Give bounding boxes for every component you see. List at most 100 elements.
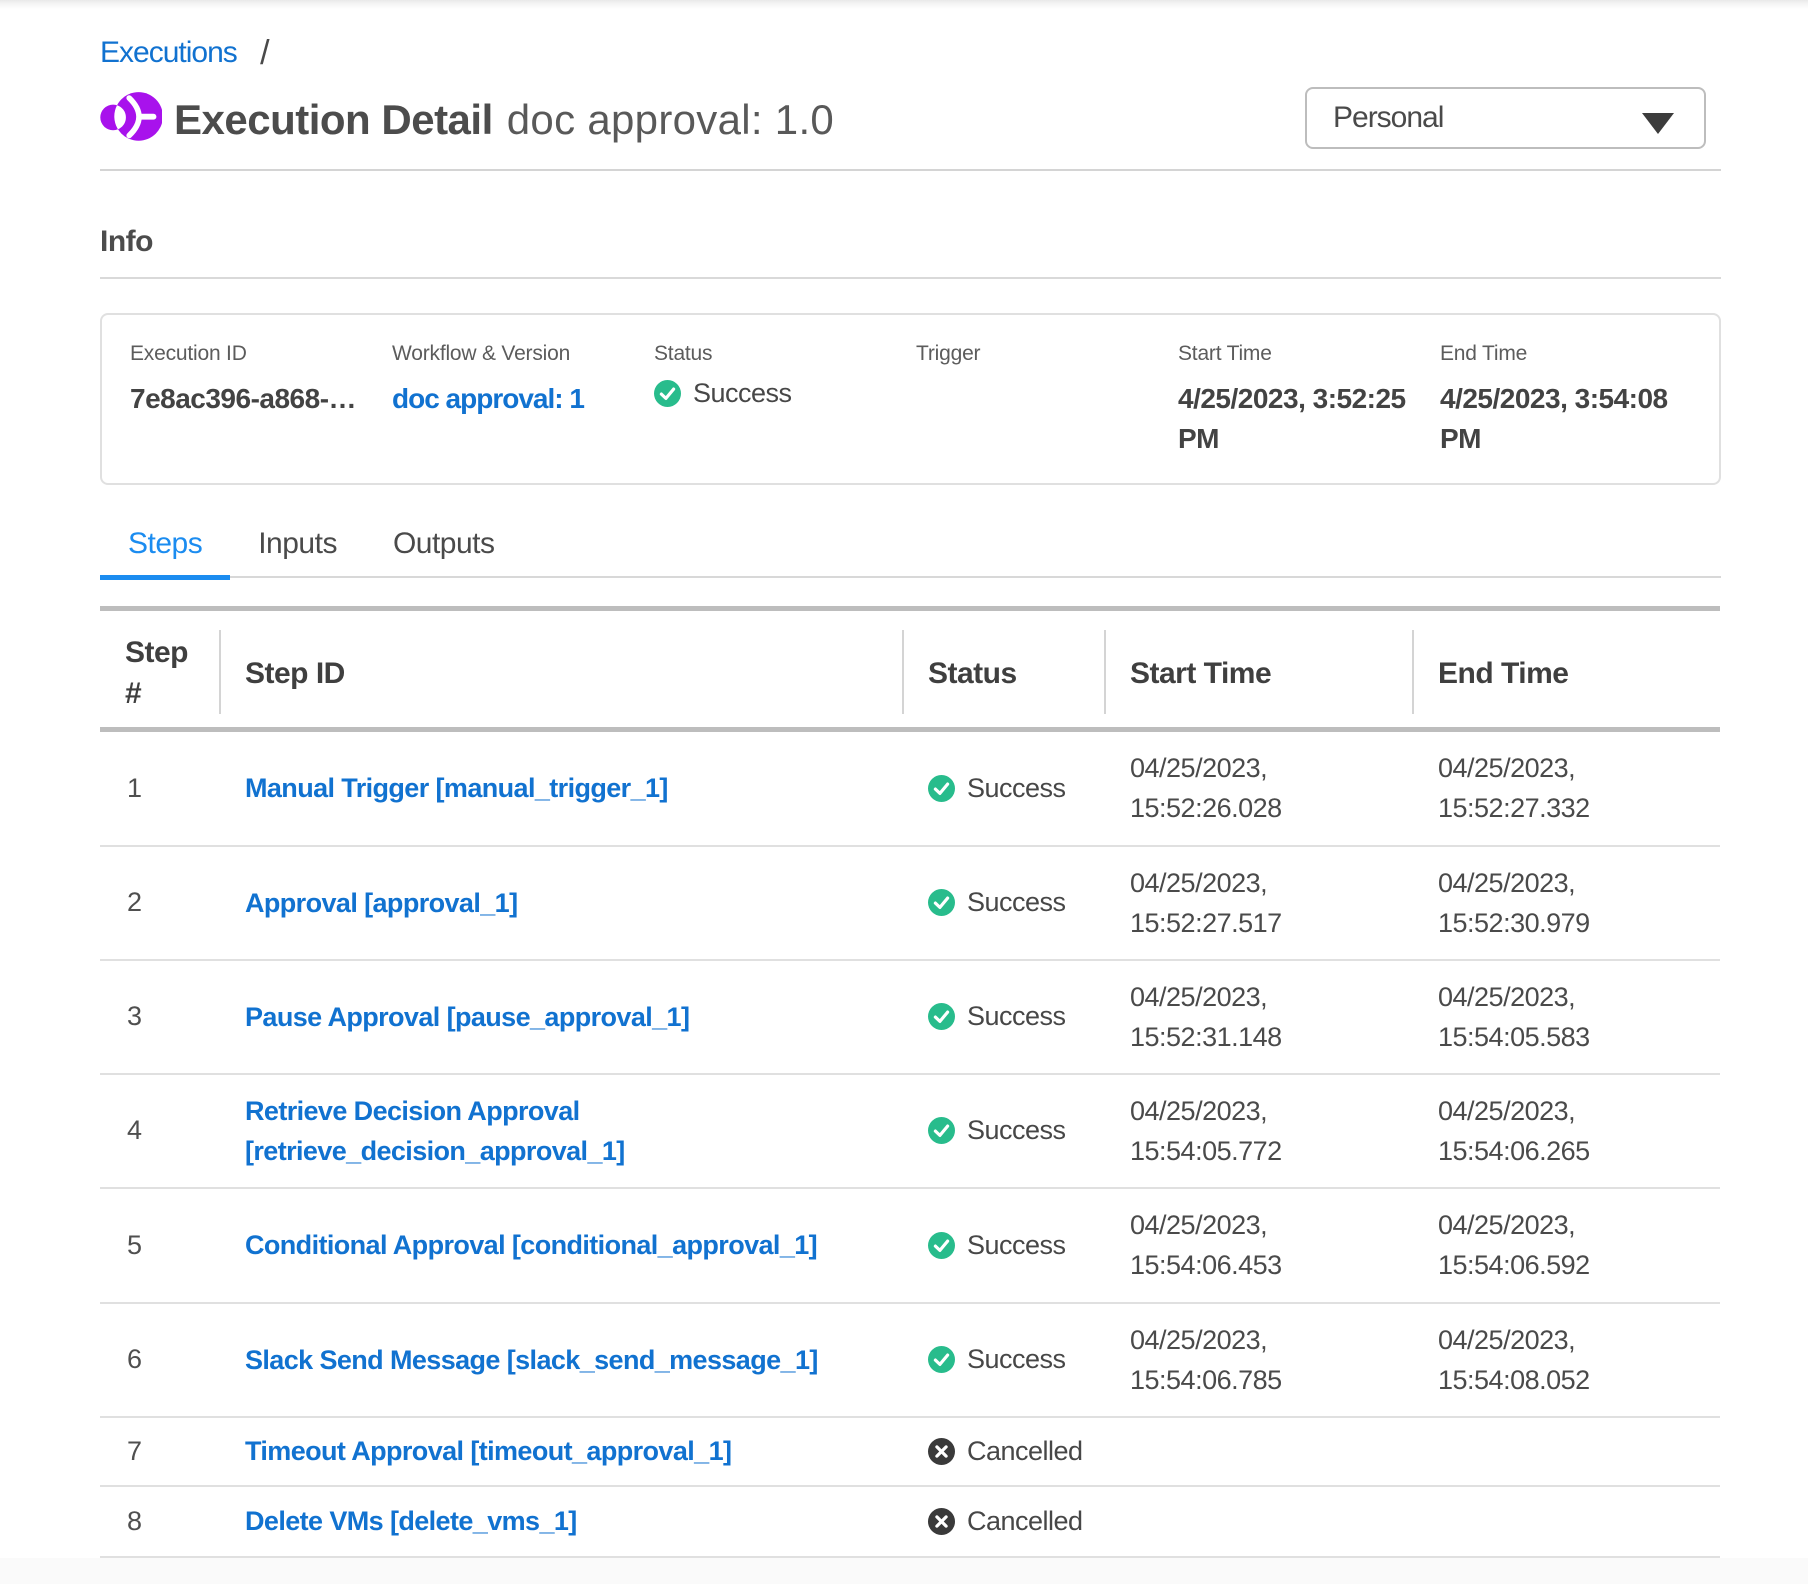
success-check-icon xyxy=(928,889,955,916)
start-time: 15:52:26.028 xyxy=(1130,788,1393,828)
cancelled-x-icon xyxy=(928,1438,955,1465)
info-card: Execution ID7e8ac396-a868-…Workflow & Ve… xyxy=(100,313,1721,485)
status-wrap: Success xyxy=(928,1344,1085,1375)
step-number: 5 xyxy=(100,1188,220,1303)
step-id-link[interactable]: Delete VMs [delete_vms_1] xyxy=(245,1501,577,1541)
info-divider xyxy=(100,277,1721,279)
step-number: 3 xyxy=(100,960,220,1074)
workflow-logo-icon xyxy=(100,91,162,143)
step-status-cell: Success xyxy=(903,730,1105,846)
step-end-time-cell xyxy=(1413,1486,1720,1557)
column-header-step-: Step # xyxy=(100,609,220,730)
end-date: 04/25/2023, xyxy=(1438,977,1700,1017)
step-start-time-cell: 04/25/2023,15:54:06.453 xyxy=(1105,1188,1413,1303)
end-time: 15:54:05.583 xyxy=(1438,1017,1700,1057)
status-wrap: Cancelled xyxy=(928,1506,1085,1537)
status-text: Success xyxy=(693,378,792,409)
info-label: Trigger xyxy=(916,341,1178,367)
chevron-down-icon xyxy=(1642,113,1674,134)
start-date: 04/25/2023, xyxy=(1130,1320,1393,1360)
tab-label: Inputs xyxy=(230,527,365,561)
step-row-6: 6 Slack Send Message [slack_send_message_… xyxy=(100,1303,1720,1417)
step-id-cell: Timeout Approval [timeout_approval_1] xyxy=(220,1417,903,1486)
success-check-icon xyxy=(928,775,955,802)
step-number: 2 xyxy=(100,846,220,960)
success-check-icon xyxy=(654,380,681,407)
end-time: 15:54:06.592 xyxy=(1438,1245,1700,1285)
info-label: Workflow & Version xyxy=(392,341,654,367)
column-header-end-time: End Time xyxy=(1413,609,1720,730)
step-number: 6 xyxy=(100,1303,220,1417)
execution-detail-page: Executions / Execution Detail doc approv… xyxy=(0,36,1808,1584)
status-label: Cancelled xyxy=(967,1436,1083,1467)
column-header-label: Status xyxy=(928,657,1017,690)
step-id-link[interactable]: Pause Approval [pause_approval_1] xyxy=(245,997,689,1037)
step-end-time-cell: 04/25/2023,15:54:06.265 xyxy=(1413,1074,1720,1188)
execution-status: Success xyxy=(654,378,916,409)
step-id-link[interactable]: Slack Send Message [slack_send_message_1… xyxy=(245,1340,818,1380)
step-id-cell: Delete VMs [delete_vms_1] xyxy=(220,1486,903,1557)
end-date: 04/25/2023, xyxy=(1438,1205,1700,1245)
info-section-heading: Info xyxy=(100,224,1721,260)
step-start-time-cell: 04/25/2023,15:54:05.772 xyxy=(1105,1074,1413,1188)
tab-steps[interactable]: Steps xyxy=(100,527,230,578)
breadcrumb: Executions / xyxy=(100,36,1721,70)
tab-inputs[interactable]: Inputs xyxy=(230,527,365,578)
start-time: 15:52:31.148 xyxy=(1130,1017,1393,1057)
info-label: Start Time xyxy=(1178,341,1440,367)
step-start-time-cell xyxy=(1105,1417,1413,1486)
step-number: 4 xyxy=(100,1074,220,1188)
step-status-cell: Success xyxy=(903,1303,1105,1417)
end-time: 15:52:27.332 xyxy=(1438,788,1700,828)
step-id-link[interactable]: Approval [approval_1] xyxy=(245,883,517,923)
info-value: 4/25/2023, 3:52:25 PM xyxy=(1178,379,1440,459)
step-row-4: 4 Retrieve Decision Approval [retrieve_de… xyxy=(100,1074,1720,1188)
info-label: End Time xyxy=(1440,341,1702,367)
column-header-label: Step # xyxy=(125,636,188,710)
step-status-cell: Success xyxy=(903,1074,1105,1188)
step-number: 7 xyxy=(100,1417,220,1486)
status-label: Success xyxy=(967,1115,1066,1146)
end-date: 04/25/2023, xyxy=(1438,748,1700,788)
page-bottom-gap xyxy=(0,1558,1808,1584)
status-wrap: Success xyxy=(928,1115,1085,1146)
page-subtitle: doc approval: 1.0 xyxy=(507,96,834,144)
info-field-execution-id: Execution ID7e8ac396-a868-… xyxy=(130,341,392,483)
start-date: 04/25/2023, xyxy=(1130,1205,1393,1245)
steps-table: Step #Step IDStatusStart TimeEnd Time 1M… xyxy=(100,606,1720,1558)
step-id-cell: Retrieve Decision Approval [retrieve_dec… xyxy=(220,1074,903,1188)
step-end-time-cell xyxy=(1413,1417,1720,1486)
end-time: 15:54:06.265 xyxy=(1438,1131,1700,1171)
step-number: 8 xyxy=(100,1486,220,1557)
step-row-2: 2Approval [approval_1]Success04/25/2023,… xyxy=(100,846,1720,960)
step-id-link[interactable]: Conditional Approval [conditional_approv… xyxy=(245,1225,817,1265)
step-id-cell: Pause Approval [pause_approval_1] xyxy=(220,960,903,1074)
workflow-version-link[interactable]: doc approval: 1 xyxy=(392,379,654,419)
breadcrumb-executions-link[interactable]: Executions xyxy=(100,36,237,69)
step-id-link[interactable]: Timeout Approval [timeout_approval_1] xyxy=(245,1431,731,1471)
workspace-select[interactable]: Personal xyxy=(1305,87,1706,149)
tab-outputs[interactable]: Outputs xyxy=(365,527,523,578)
start-time: 15:54:06.785 xyxy=(1130,1360,1393,1400)
end-time: 15:52:30.979 xyxy=(1438,903,1700,943)
column-header-label: Step ID xyxy=(245,657,345,690)
success-check-icon xyxy=(928,1003,955,1030)
step-number: 1 xyxy=(100,730,220,846)
info-field-status: Status Success xyxy=(654,341,916,483)
step-status-cell: Cancelled xyxy=(903,1486,1105,1557)
end-date: 04/25/2023, xyxy=(1438,863,1700,903)
success-check-icon xyxy=(928,1232,955,1259)
step-end-time-cell: 04/25/2023,15:52:27.332 xyxy=(1413,730,1720,846)
info-field-end-time: End Time4/25/2023, 3:54:08 PM xyxy=(1440,341,1702,483)
step-row-7: 7 Timeout Approval [timeout_approval_1] Ca… xyxy=(100,1417,1720,1486)
status-label: Success xyxy=(967,1001,1066,1032)
step-id-cell: Approval [approval_1] xyxy=(220,846,903,960)
step-id-link[interactable]: Retrieve Decision Approval [retrieve_dec… xyxy=(245,1091,883,1171)
info-label: Status xyxy=(654,341,916,367)
step-end-time-cell: 04/25/2023,15:54:06.592 xyxy=(1413,1188,1720,1303)
step-status-cell: Success xyxy=(903,1188,1105,1303)
end-date: 04/25/2023, xyxy=(1438,1091,1700,1131)
step-id-link[interactable]: Manual Trigger [manual_trigger_1] xyxy=(245,768,668,808)
step-start-time-cell: 04/25/2023,15:52:31.148 xyxy=(1105,960,1413,1074)
step-row-1: 1 Manual Trigger [manual_trigger_1] Succes… xyxy=(100,730,1720,846)
